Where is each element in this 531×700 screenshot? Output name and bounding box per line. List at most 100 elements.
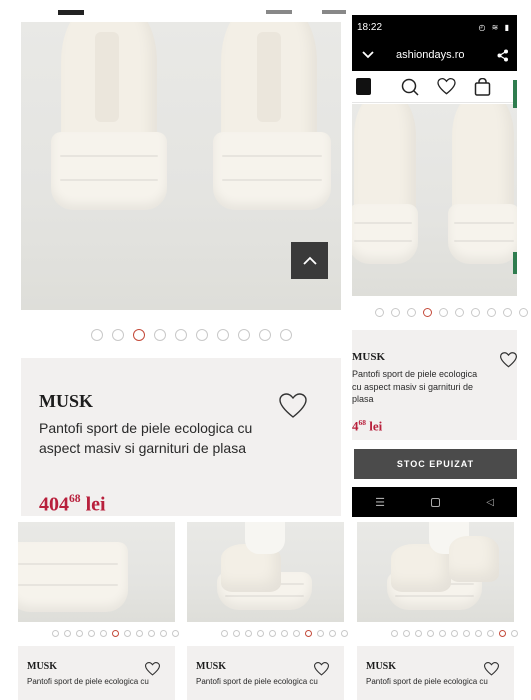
price-decimals: 68 bbox=[69, 492, 81, 505]
gallery-dot[interactable] bbox=[471, 308, 480, 317]
gallery-dot[interactable] bbox=[463, 630, 470, 637]
price-integer: 404 bbox=[39, 493, 69, 516]
phone-shoe-left-sole bbox=[352, 204, 418, 264]
gallery-dot[interactable] bbox=[415, 630, 422, 637]
gallery-dot[interactable] bbox=[133, 329, 145, 341]
gallery-dot[interactable] bbox=[407, 308, 416, 317]
mini-gallery-dots[interactable] bbox=[221, 630, 348, 637]
gallery-dot[interactable] bbox=[487, 308, 496, 317]
gallery-dot[interactable] bbox=[503, 308, 512, 317]
gallery-dot[interactable] bbox=[391, 630, 398, 637]
gallery-dot[interactable] bbox=[455, 308, 464, 317]
search-icon[interactable] bbox=[401, 78, 419, 96]
gallery-dot[interactable] bbox=[305, 630, 312, 637]
gallery-dot[interactable] bbox=[269, 630, 276, 637]
brand-name[interactable]: MUSK bbox=[39, 391, 93, 412]
gallery-dot[interactable] bbox=[160, 630, 167, 637]
gallery-dot[interactable] bbox=[259, 329, 271, 341]
heart-icon[interactable] bbox=[484, 662, 499, 676]
mini-product-image[interactable] bbox=[187, 522, 344, 622]
mini-product-image[interactable] bbox=[18, 522, 175, 622]
gallery-dot[interactable] bbox=[511, 630, 518, 637]
heart-icon[interactable] bbox=[279, 393, 307, 419]
mini-product-info: MUSK Pantofi sport de piele ecologica cu bbox=[357, 646, 514, 700]
top-strip-mark bbox=[58, 10, 84, 15]
gallery-dot[interactable] bbox=[423, 308, 432, 317]
mini-product-image[interactable] bbox=[357, 522, 514, 622]
gallery-dot[interactable] bbox=[76, 630, 83, 637]
gallery-dot[interactable] bbox=[88, 630, 95, 637]
phone-gallery-dots[interactable] bbox=[375, 308, 531, 317]
gallery-dot[interactable] bbox=[329, 630, 336, 637]
gallery-dot[interactable] bbox=[391, 308, 400, 317]
chevron-down-icon[interactable] bbox=[362, 51, 374, 59]
recent-apps-icon[interactable]: ☰ bbox=[375, 496, 385, 509]
gallery-dot[interactable] bbox=[439, 308, 448, 317]
gallery-dot[interactable] bbox=[172, 630, 179, 637]
chevron-up-icon bbox=[302, 256, 317, 265]
gallery-dot[interactable] bbox=[487, 630, 494, 637]
gallery-dot[interactable] bbox=[257, 630, 264, 637]
fashiondays-logo-icon[interactable] bbox=[356, 78, 371, 95]
gallery-dot[interactable] bbox=[91, 329, 103, 341]
gallery-dot[interactable] bbox=[280, 329, 292, 341]
share-icon[interactable] bbox=[497, 49, 509, 62]
top-strip-mark bbox=[266, 10, 292, 14]
gallery-dot[interactable] bbox=[52, 630, 59, 637]
mini-gallery-dots[interactable] bbox=[391, 630, 518, 637]
heart-icon[interactable] bbox=[437, 78, 456, 95]
price-currency: lei bbox=[85, 493, 106, 516]
gallery-dot[interactable] bbox=[112, 630, 119, 637]
phone-brand-name[interactable]: MUSK bbox=[352, 351, 385, 363]
out-of-stock-button[interactable]: STOC EPUIZAT bbox=[354, 449, 517, 479]
heart-icon[interactable] bbox=[500, 352, 517, 368]
gallery-dot[interactable] bbox=[136, 630, 143, 637]
gallery-dot[interactable] bbox=[475, 630, 482, 637]
gallery-dot[interactable] bbox=[317, 630, 324, 637]
home-icon[interactable] bbox=[431, 497, 441, 507]
product-main-image[interactable] bbox=[21, 22, 341, 310]
gallery-dot[interactable] bbox=[341, 630, 348, 637]
mini-leg bbox=[245, 522, 285, 554]
gallery-dot[interactable] bbox=[439, 630, 446, 637]
gallery-dot[interactable] bbox=[221, 630, 228, 637]
heart-icon[interactable] bbox=[145, 662, 160, 676]
gallery-dot[interactable] bbox=[100, 630, 107, 637]
gallery-dot[interactable] bbox=[499, 630, 506, 637]
mini-product-description: Pantofi sport de piele ecologica cu bbox=[366, 677, 488, 686]
gallery-dot[interactable] bbox=[375, 308, 384, 317]
mini-brand-name[interactable]: MUSK bbox=[196, 661, 226, 672]
url-text[interactable]: ashiondays.ro bbox=[396, 49, 465, 61]
back-icon[interactable]: ◁ bbox=[486, 497, 494, 508]
status-time: 18:22 bbox=[357, 21, 383, 33]
mini-product-info: MUSK Pantofi sport de piele ecologica cu bbox=[18, 646, 175, 700]
gallery-dot[interactable] bbox=[451, 630, 458, 637]
gallery-dot[interactable] bbox=[112, 329, 124, 341]
mini-brand-name[interactable]: MUSK bbox=[366, 661, 396, 672]
gallery-dot[interactable] bbox=[403, 630, 410, 637]
gallery-dot[interactable] bbox=[148, 630, 155, 637]
gallery-dot[interactable] bbox=[64, 630, 71, 637]
gallery-dot[interactable] bbox=[175, 329, 187, 341]
gallery-dot[interactable] bbox=[124, 630, 131, 637]
shopping-bag-icon[interactable] bbox=[474, 77, 491, 96]
mini-brand-name[interactable]: MUSK bbox=[27, 661, 57, 672]
gallery-dot[interactable] bbox=[196, 329, 208, 341]
mini-gallery-dots[interactable] bbox=[52, 630, 179, 637]
gallery-dot[interactable] bbox=[154, 329, 166, 341]
gallery-dot[interactable] bbox=[217, 329, 229, 341]
gallery-dot[interactable] bbox=[519, 308, 528, 317]
phone-site-header bbox=[352, 71, 517, 103]
android-nav-bar: ☰ ◁ bbox=[352, 487, 517, 517]
heart-icon[interactable] bbox=[314, 662, 329, 676]
gallery-dot[interactable] bbox=[281, 630, 288, 637]
phone-product-info: MUSK Pantofi sport de piele ecologica cu… bbox=[352, 330, 517, 440]
gallery-dot[interactable] bbox=[238, 329, 250, 341]
scroll-top-button[interactable] bbox=[291, 242, 328, 279]
gallery-dot[interactable] bbox=[293, 630, 300, 637]
gallery-dot[interactable] bbox=[233, 630, 240, 637]
gallery-dot[interactable] bbox=[427, 630, 434, 637]
gallery-dots[interactable] bbox=[91, 329, 292, 341]
phone-product-image[interactable] bbox=[352, 104, 517, 296]
gallery-dot[interactable] bbox=[245, 630, 252, 637]
